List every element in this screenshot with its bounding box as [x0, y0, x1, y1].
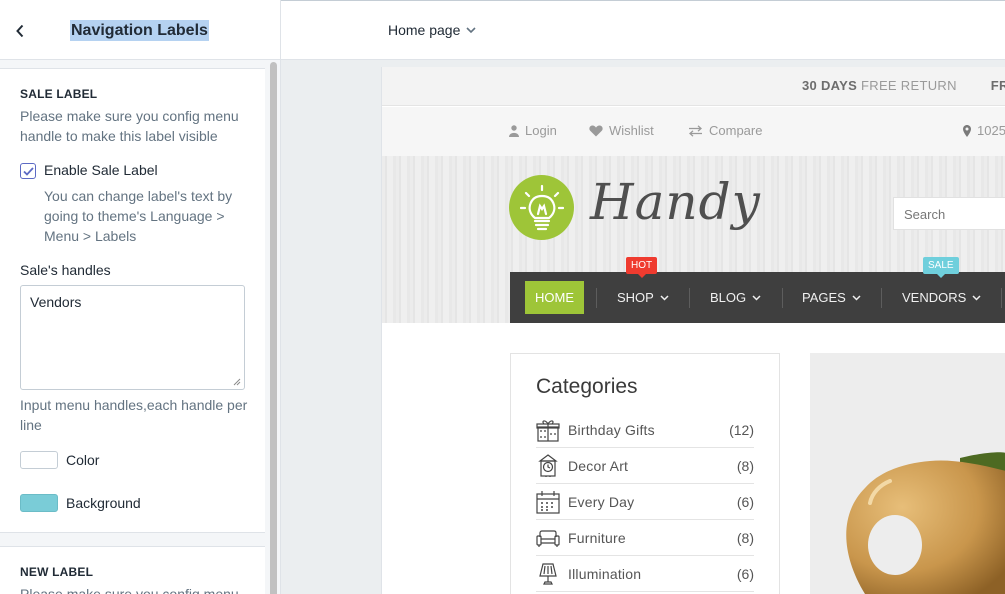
- menu-item-home[interactable]: HOME: [525, 281, 584, 314]
- menu-divider: [689, 288, 690, 308]
- category-name: Decor Art: [568, 457, 629, 474]
- color-swatch[interactable]: [20, 451, 58, 469]
- user-icon: [509, 124, 519, 137]
- color-label: Color: [66, 452, 100, 468]
- wishlist-link[interactable]: Wishlist: [589, 123, 654, 138]
- categories-title: Categories: [536, 375, 638, 398]
- chevron-down-icon: [752, 294, 761, 301]
- category-count: (6): [736, 493, 754, 510]
- category-name: Birthday Gifts: [568, 421, 655, 438]
- handles-help-text: Input menu handles,each handle per line: [20, 397, 248, 433]
- promo-next: FREE: [990, 78, 1005, 93]
- category-name: Every Day: [568, 493, 635, 510]
- chevron-down-icon: [466, 26, 476, 33]
- scrollbar-thumb[interactable]: [270, 62, 277, 594]
- sale-label-section: SALE LABEL Please make sure you config m…: [0, 68, 265, 533]
- enable-sale-label-text[interactable]: Enable Sale Label: [44, 162, 158, 178]
- compare-label: Compare: [709, 123, 763, 138]
- menu-divider: [596, 288, 597, 308]
- sale-handles-textarea[interactable]: Vendors: [20, 285, 245, 390]
- promo-bar: 30 DAYS FREE RETURN FREE: [382, 67, 1005, 106]
- storefront-preview: 30 DAYS FREE RETURN FREE Login Wishlist …: [381, 67, 1005, 594]
- section-heading: NEW LABEL: [20, 565, 94, 579]
- category-row[interactable]: Furniture (8): [536, 520, 754, 556]
- editor-topbar: Home page: [281, 0, 1005, 60]
- gift-icon: [536, 418, 560, 442]
- page-selector-dropdown[interactable]: Home page: [388, 22, 476, 38]
- login-link[interactable]: Login: [509, 123, 557, 138]
- categories-widget: Categories Birthday Gifts (12) Decor Art…: [510, 353, 780, 594]
- category-count: (8): [736, 529, 754, 546]
- category-count: (8): [736, 457, 754, 474]
- promo-bold: 30 DAYS: [802, 78, 858, 93]
- menu-item-vendors[interactable]: VENDORS: [902, 272, 981, 323]
- section-heading: SALE LABEL: [20, 87, 98, 101]
- address-link[interactable]: 1025: [963, 123, 1005, 138]
- sofa-icon: [536, 526, 560, 550]
- compare-link[interactable]: Compare: [688, 123, 762, 138]
- menu-item-label: VENDORS: [902, 290, 967, 305]
- sidebar-scrollbar[interactable]: [266, 60, 280, 594]
- calendar-icon: [536, 490, 560, 514]
- sale-handles-label: Sale's handles: [20, 262, 111, 278]
- map-pin-icon: [963, 124, 971, 137]
- category-name: Furniture: [568, 529, 626, 546]
- background-swatch[interactable]: [20, 494, 58, 512]
- menu-divider: [881, 288, 882, 308]
- login-label: Login: [525, 123, 557, 138]
- sale-badge: SALE: [923, 257, 959, 278]
- heart-icon: [589, 125, 603, 136]
- sale-handles-value: Vendors: [30, 294, 82, 310]
- page-selector-value: Home page: [388, 22, 461, 38]
- category-row[interactable]: Illumination (6): [536, 556, 754, 592]
- promo-text: 30 DAYS FREE RETURN FREE: [802, 78, 1005, 93]
- menu-item-label: SHOP: [617, 290, 654, 305]
- logo-badge[interactable]: [509, 175, 574, 240]
- category-row[interactable]: Birthday Gifts (12): [536, 412, 754, 448]
- category-count: (12): [729, 421, 754, 438]
- section-help-text: Please make sure you config menu handle …: [20, 108, 239, 144]
- chevron-down-icon: [660, 294, 669, 301]
- menu-divider: [1001, 288, 1002, 308]
- compare-arrows-icon: [689, 124, 702, 137]
- menu-divider: [782, 288, 783, 308]
- chevron-left-icon: [16, 24, 24, 38]
- store-logo-text[interactable]: Handy: [590, 173, 761, 231]
- lightbulb-icon: [519, 184, 564, 230]
- category-count: (6): [736, 565, 754, 582]
- enable-sale-label-checkbox[interactable]: [20, 163, 36, 179]
- resize-grip-icon[interactable]: [233, 378, 241, 386]
- category-row[interactable]: Decor Art (8): [536, 448, 754, 484]
- enable-help-text: You can change label's text by going to …: [44, 188, 233, 244]
- clock-icon: [536, 453, 560, 478]
- menu-item-label: BLOG: [710, 290, 747, 305]
- lamp-icon: [536, 562, 560, 586]
- chevron-down-icon: [852, 294, 861, 301]
- sidebar-header: Navigation Labels: [0, 0, 280, 60]
- menu-item-shop[interactable]: SHOP: [617, 272, 669, 323]
- back-button[interactable]: [10, 20, 30, 42]
- checkmark-icon: [22, 166, 34, 176]
- section-help-text: Please make sure you config menu: [20, 586, 239, 594]
- chevron-down-icon: [972, 294, 981, 301]
- menu-item-label: PAGES: [802, 290, 846, 305]
- menu-item-pages[interactable]: PAGES: [802, 272, 861, 323]
- background-label: Background: [66, 495, 141, 511]
- hot-badge: HOT: [626, 257, 658, 278]
- category-row[interactable]: Every Day (6): [536, 484, 754, 520]
- category-name: Illumination: [568, 565, 642, 582]
- mug-image: [846, 452, 1005, 594]
- hero-product-image[interactable]: [810, 353, 1005, 594]
- new-label-section: NEW LABEL Please make sure you config me…: [0, 546, 265, 594]
- account-links-bar: Login Wishlist Compare 1025: [382, 107, 1005, 156]
- wishlist-label: Wishlist: [609, 123, 654, 138]
- store-search-input[interactable]: Search: [893, 197, 1005, 230]
- store-main-menu: HOME SHOP BLOG PAGES VENDORS: [510, 272, 1005, 323]
- theme-editor-sidebar: Navigation Labels SALE LABEL Please make…: [0, 0, 281, 594]
- menu-item-blog[interactable]: BLOG: [710, 272, 761, 323]
- promo-rest: FREE RETURN: [857, 78, 957, 93]
- address-label: 1025: [977, 123, 1005, 138]
- sidebar-title: Navigation Labels: [70, 20, 209, 41]
